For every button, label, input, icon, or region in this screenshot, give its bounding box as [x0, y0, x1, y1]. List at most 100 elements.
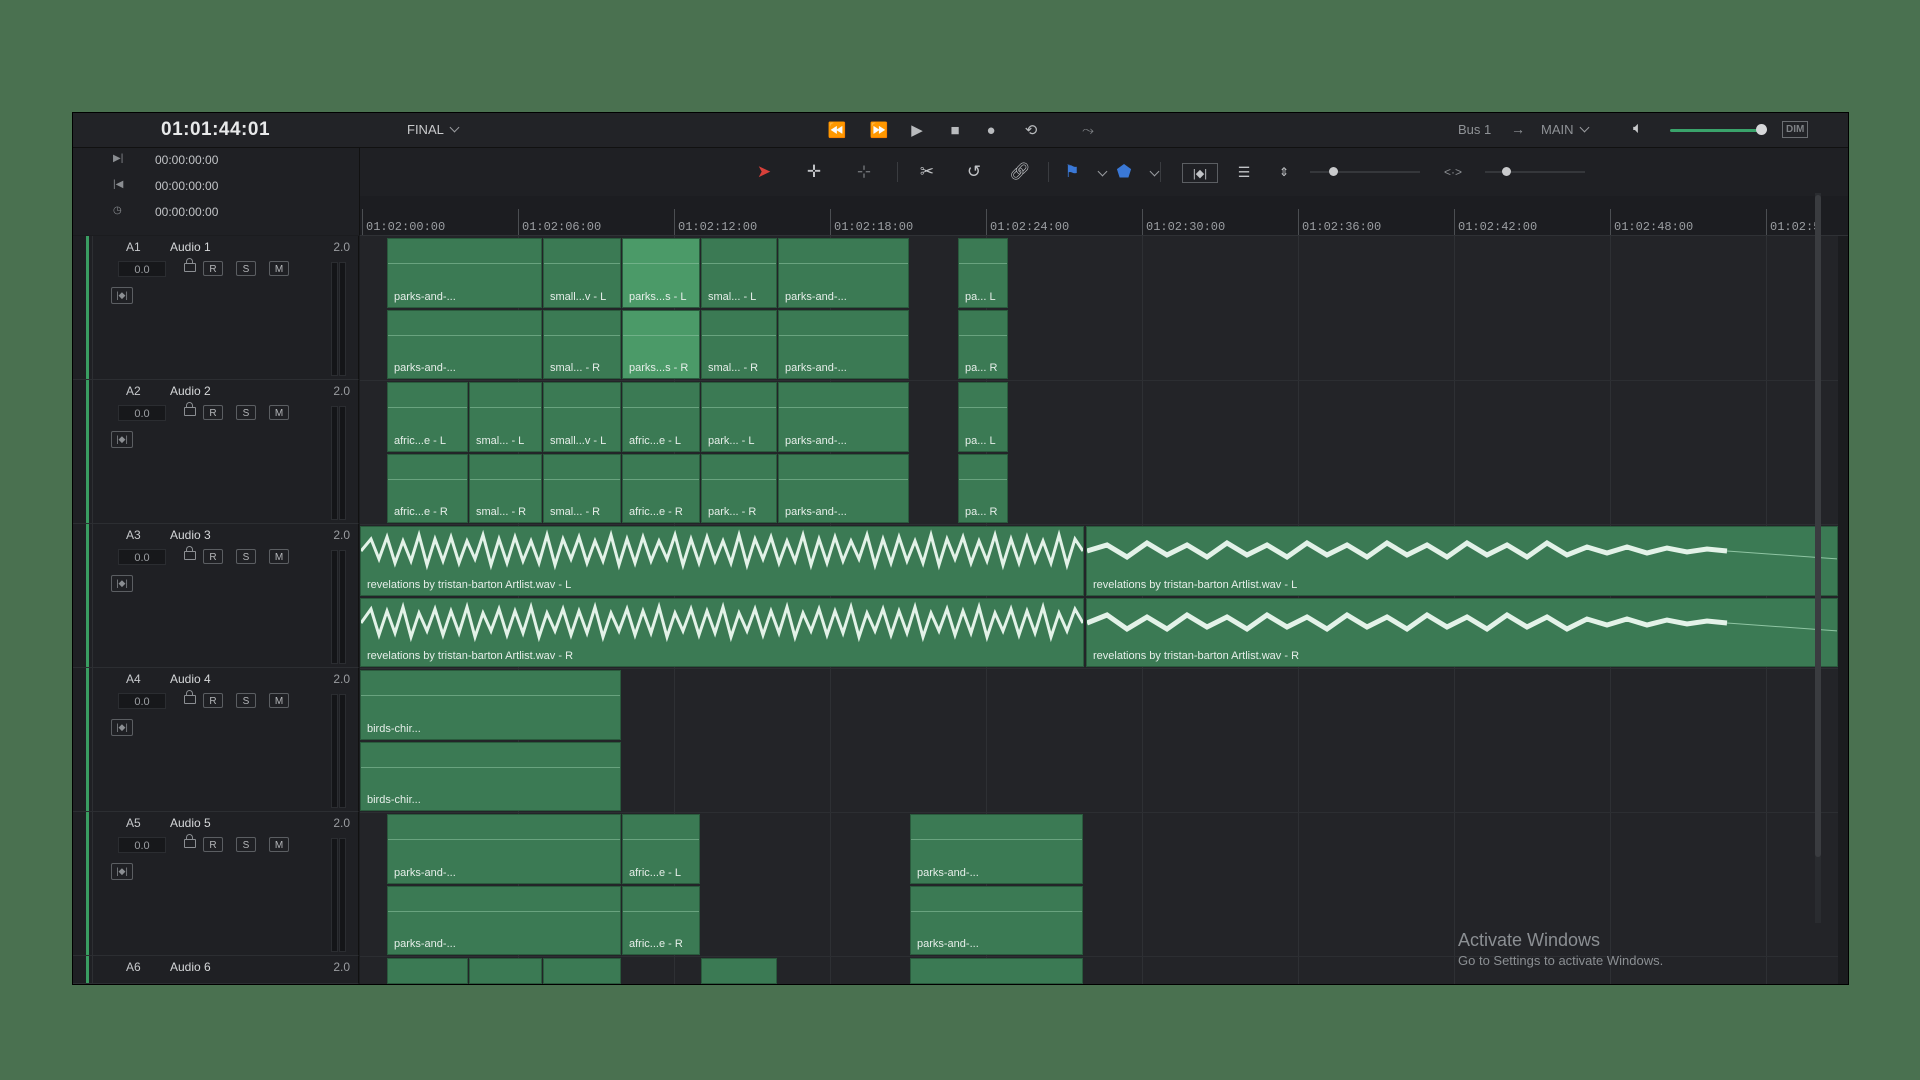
record-arm-button[interactable]: R: [203, 549, 223, 564]
pointer-tool-icon[interactable]: ➤: [752, 160, 776, 184]
vertical-zoom-knob[interactable]: [1329, 167, 1338, 176]
track-header-a4[interactable]: A4 Audio 4 2.0 0.0 R S M |◆|: [73, 668, 359, 812]
audio-clip[interactable]: parks...s - R: [622, 310, 700, 379]
horizontal-zoom-slider[interactable]: [1485, 171, 1585, 173]
lock-icon[interactable]: [184, 546, 196, 560]
audio-clip[interactable]: parks-and-...: [387, 238, 542, 308]
solo-button[interactable]: S: [236, 261, 256, 276]
audio-clip[interactable]: [701, 958, 777, 984]
track-volume[interactable]: 0.0: [118, 405, 166, 421]
audio-clip[interactable]: small...v - L: [543, 238, 621, 308]
track-volume[interactable]: 0.0: [118, 549, 166, 565]
waveform-icon[interactable]: |◆|: [111, 431, 133, 448]
scrollbar-thumb[interactable]: [1815, 195, 1821, 857]
audio-clip[interactable]: pa... L: [958, 382, 1008, 452]
waveform-icon[interactable]: |◆|: [111, 719, 133, 736]
audio-clip[interactable]: revelations by tristan-barton Artlist.wa…: [360, 526, 1084, 596]
audio-clip[interactable]: parks-and-...: [778, 310, 909, 379]
expand-icon[interactable]: ⇕: [1272, 160, 1296, 184]
audio-clip[interactable]: afric...e - R: [622, 454, 700, 523]
link-icon[interactable]: 🔗︎: [1008, 160, 1032, 184]
vertical-scrollbar[interactable]: [1815, 193, 1821, 923]
loop-button[interactable]: ⟲: [1019, 121, 1043, 139]
monitor-volume-knob[interactable]: [1756, 124, 1767, 135]
solo-button[interactable]: S: [236, 693, 256, 708]
track-height-icon[interactable]: ☰: [1228, 160, 1260, 184]
record-arm-button[interactable]: R: [203, 693, 223, 708]
flag-icon[interactable]: ⚑: [1060, 160, 1084, 184]
lock-icon[interactable]: [184, 690, 196, 704]
track-header-a5[interactable]: A5 Audio 5 2.0 0.0 R S M |◆|: [73, 812, 359, 956]
stop-button[interactable]: ■: [943, 121, 967, 139]
vertical-zoom-slider[interactable]: [1310, 171, 1420, 173]
track-volume[interactable]: 0.0: [118, 693, 166, 709]
audio-clip[interactable]: parks-and-...: [387, 814, 621, 884]
audio-clip[interactable]: smal... - L: [701, 238, 777, 308]
fast-forward-button[interactable]: ⏩: [867, 121, 891, 139]
mute-button[interactable]: M: [269, 693, 289, 708]
audio-clip[interactable]: pa... R: [958, 310, 1008, 379]
audio-clip[interactable]: parks-and-...: [387, 886, 621, 955]
lock-icon[interactable]: [184, 402, 196, 416]
audio-clip[interactable]: afric...e - L: [387, 382, 468, 452]
solo-button[interactable]: S: [236, 405, 256, 420]
audio-clip[interactable]: pa... L: [958, 238, 1008, 308]
audio-clip[interactable]: parks-and-...: [778, 454, 909, 523]
automation-button[interactable]: ⤳: [1073, 121, 1103, 139]
marker-icon[interactable]: ⬟: [1112, 160, 1136, 184]
audio-clip[interactable]: parks-and-...: [910, 814, 1083, 884]
audio-clip[interactable]: [387, 958, 468, 984]
track-name[interactable]: Audio 4: [170, 672, 211, 686]
audio-clip[interactable]: [910, 958, 1083, 984]
mute-button[interactable]: M: [269, 405, 289, 420]
track-volume[interactable]: 0.0: [118, 261, 166, 277]
audio-clip[interactable]: parks-and-...: [387, 310, 542, 379]
audio-clip[interactable]: small...v - L: [543, 382, 621, 452]
record-arm-button[interactable]: R: [203, 405, 223, 420]
lock-icon[interactable]: [184, 834, 196, 848]
audio-clip[interactable]: revelations by tristan-barton Artlist.wa…: [1086, 598, 1838, 667]
record-arm-button[interactable]: R: [203, 261, 223, 276]
solo-button[interactable]: S: [236, 837, 256, 852]
audio-clip[interactable]: revelations by tristan-barton Artlist.wa…: [360, 598, 1084, 667]
audio-clip[interactable]: afric...e - L: [622, 382, 700, 452]
track-name[interactable]: Audio 1: [170, 240, 211, 254]
audio-clip[interactable]: parks...s - L: [622, 238, 700, 308]
range-select-icon[interactable]: ✛: [802, 160, 826, 184]
track-name[interactable]: Audio 6: [170, 960, 211, 974]
record-arm-button[interactable]: R: [203, 837, 223, 852]
audio-clip[interactable]: parks-and-...: [778, 238, 909, 308]
audio-clip[interactable]: smal... - L: [469, 382, 542, 452]
audio-clip[interactable]: parks-and-...: [910, 886, 1083, 955]
track-header-a6[interactable]: A6 Audio 6 2.0: [73, 956, 359, 984]
audio-clip[interactable]: smal... - R: [543, 454, 621, 523]
audio-clip[interactable]: smal... - R: [543, 310, 621, 379]
waveform-icon[interactable]: |◆|: [111, 575, 133, 592]
track-name[interactable]: Audio 2: [170, 384, 211, 398]
dim-button[interactable]: DIM: [1782, 121, 1809, 138]
audio-clip[interactable]: afric...e - R: [387, 454, 468, 523]
speaker-icon[interactable]: 🔈︎: [1633, 120, 1643, 138]
audio-clip[interactable]: park... - L: [701, 382, 777, 452]
record-button[interactable]: ●: [979, 121, 1003, 139]
audio-clip[interactable]: park... - R: [701, 454, 777, 523]
audio-clip[interactable]: revelations by tristan-barton Artlist.wa…: [1086, 526, 1838, 596]
audio-clip[interactable]: [469, 958, 542, 984]
mute-button[interactable]: M: [269, 261, 289, 276]
audio-clip[interactable]: afric...e - L: [622, 814, 700, 884]
track-header-a1[interactable]: A1 Audio 1 2.0 0.0 R S M |◆|: [73, 236, 359, 380]
solo-button[interactable]: S: [236, 549, 256, 564]
track-header-a3[interactable]: A3 Audio 3 2.0 0.0 R S M |◆|: [73, 524, 359, 668]
audio-clip[interactable]: smal... - R: [701, 310, 777, 379]
chevron-down-icon[interactable]: [1149, 166, 1160, 177]
timeline-selector[interactable]: FINAL: [407, 122, 460, 137]
audio-clip[interactable]: pa... R: [958, 454, 1008, 523]
horizontal-zoom-knob[interactable]: [1502, 167, 1511, 176]
audio-clip[interactable]: birds-chir...: [360, 742, 621, 811]
rewind-button[interactable]: ⏪: [825, 121, 849, 139]
waveform-zoom-icon[interactable]: |◆|: [1182, 163, 1218, 183]
trim-tool-icon[interactable]: ⊹: [852, 160, 876, 184]
audio-clip[interactable]: parks-and-...: [778, 382, 909, 452]
mute-button[interactable]: M: [269, 837, 289, 852]
audio-clip[interactable]: smal... - R: [469, 454, 542, 523]
